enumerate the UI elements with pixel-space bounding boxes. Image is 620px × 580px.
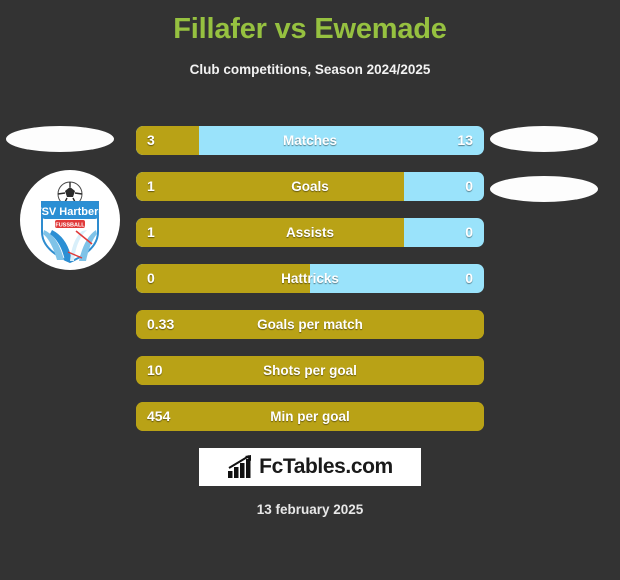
player-photo-placeholder-right-top [490,126,598,152]
stat-row-assists: 1 Assists 0 [136,218,484,247]
fctables-logo[interactable]: FcTables.com [199,448,421,486]
club-badge: TSV Hartberg FUSSBALL [20,170,120,270]
stat-label: Shots per goal [263,363,357,378]
stat-row-shots-per-goal: 10 Shots per goal [136,356,484,385]
stat-value-away: 13 [457,132,473,148]
fctables-logo-text: FcTables.com [259,455,393,478]
stat-row-goals-per-match: 0.33 Goals per match [136,310,484,339]
stat-row-goals: 1 Goals 0 [136,172,484,201]
stat-row-matches: 3 Matches 13 [136,126,484,155]
player-photo-placeholder-left-top [6,126,114,152]
stat-comparison-page: Fillafer vs Ewemade Club competitions, S… [0,0,620,580]
stat-label: Min per goal [270,409,350,424]
stats-bar-list: 3 Matches 13 1 Goals 0 1 Assists 0 0 Hat… [136,126,484,448]
stat-row-min-per-goal: 454 Min per goal [136,402,484,431]
stat-value-away: 0 [465,270,473,286]
stat-label: Hattricks [281,271,339,286]
bar-chart-icon [228,455,252,478]
report-date: 13 february 2025 [256,502,364,517]
stat-label: Matches [282,133,338,148]
page-subtitle: Club competitions, Season 2024/2025 [189,62,431,77]
page-title: Fillafer vs Ewemade [173,13,447,45]
stat-row-hattricks: 0 Hattricks 0 [136,264,484,293]
stat-label: Assists [285,225,335,240]
tsv-hartberg-crest-icon: TSV Hartberg FUSSBALL [35,181,105,264]
stat-label: Goals per match [257,317,363,332]
stat-value-away: 0 [465,224,473,240]
svg-text:TSV Hartberg: TSV Hartberg [35,206,105,218]
player-photo-placeholder-right-bottom [490,176,598,202]
stat-value-away: 0 [465,178,473,194]
stat-label: Goals [291,179,329,194]
svg-text:FUSSBALL: FUSSBALL [55,223,85,229]
